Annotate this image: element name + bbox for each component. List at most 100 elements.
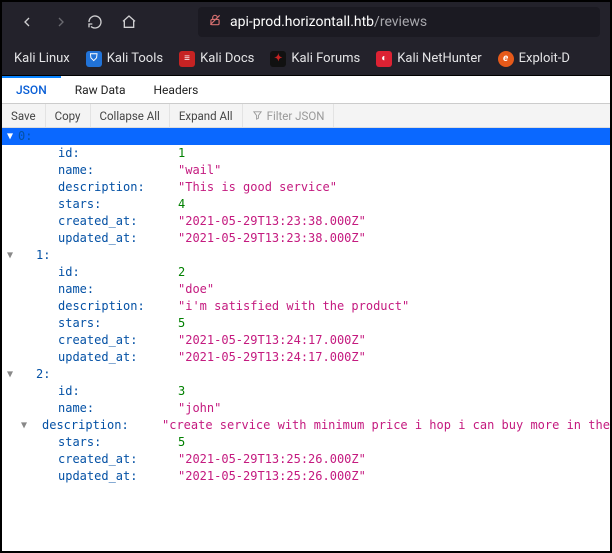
json-key: created_at: [18, 451, 178, 468]
nethunter-icon: ◐ [376, 51, 392, 67]
index-label: 1: [36, 248, 50, 262]
copy-button[interactable]: Copy [46, 104, 91, 127]
collapse-toggle-icon[interactable]: ▼ [16, 417, 32, 434]
save-button[interactable]: Save [2, 104, 46, 127]
array-index-row[interactable]: ▼ 1: [2, 247, 610, 264]
bookmark-kali-docs[interactable]: ≡ Kali Docs [179, 51, 254, 67]
json-row-name[interactable]: name: "wail" [2, 162, 610, 179]
json-tree: ▼ 0: id: 1 name: "wail" description: "Th… [2, 128, 610, 551]
json-row-stars[interactable]: stars: 4 [2, 196, 610, 213]
index-label: 0: [18, 129, 32, 143]
button-label: Save [11, 109, 36, 123]
button-label: Expand All [179, 109, 233, 123]
json-value: "wail" [178, 162, 221, 179]
json-key: name: [18, 400, 178, 417]
forums-icon: ✦ [270, 51, 286, 67]
button-label: Copy [55, 109, 81, 123]
json-row-description[interactable]: ▼ description: "create service with mini… [2, 417, 610, 434]
tab-label: Headers [154, 83, 199, 97]
bookmark-kali-tools[interactable]: ⛉ Kali Tools [86, 51, 163, 67]
json-key: name: [18, 281, 178, 298]
json-value: "2021-05-29T13:24:17.000Z" [178, 332, 366, 349]
json-value: "2021-05-29T13:25:26.000Z" [178, 451, 366, 468]
json-row-created-at[interactable]: created_at: "2021-05-29T13:25:26.000Z" [2, 451, 610, 468]
json-value: "2021-05-29T13:23:38.000Z" [178, 230, 366, 247]
json-value: 3 [178, 383, 185, 400]
json-key: updated_at: [18, 349, 178, 366]
json-row-description[interactable]: description: "i'm satisfied with the pro… [2, 298, 610, 315]
bookmarks-bar: Kali Linux ⛉ Kali Tools ≡ Kali Docs ✦ Ka… [2, 42, 610, 76]
json-key: created_at: [18, 213, 178, 230]
json-row-description[interactable]: description: "This is good service" [2, 179, 610, 196]
json-key: stars: [18, 196, 178, 213]
reload-button[interactable] [80, 7, 110, 37]
json-value: "i'm satisfied with the product" [178, 298, 409, 315]
collapse-toggle-icon[interactable]: ▼ [2, 247, 18, 264]
insecure-lock-icon [208, 13, 222, 31]
browser-navbar: api-prod.horizontall.htb/reviews [2, 2, 610, 42]
json-value: "2021-05-29T13:24:17.000Z" [178, 349, 366, 366]
json-row-created-at[interactable]: created_at: "2021-05-29T13:23:38.000Z" [2, 213, 610, 230]
exploitdb-icon: e [498, 51, 514, 67]
dragon-icon: ⛉ [86, 51, 102, 67]
index-label: 2: [36, 367, 50, 381]
json-key: id: [18, 383, 178, 400]
json-row-name[interactable]: name: "doe" [2, 281, 610, 298]
json-row-id[interactable]: id: 2 [2, 264, 610, 281]
json-key: stars: [18, 434, 178, 451]
array-index-row[interactable]: ▼ 0: [2, 128, 610, 145]
json-row-updated-at[interactable]: updated_at: "2021-05-29T13:24:17.000Z" [2, 349, 610, 366]
bookmark-exploit-db[interactable]: e Exploit-D [498, 51, 570, 67]
bookmark-kali-linux[interactable]: Kali Linux [14, 51, 70, 66]
json-row-updated-at[interactable]: updated_at: "2021-05-29T13:23:38.000Z" [2, 230, 610, 247]
json-row-id[interactable]: id: 3 [2, 383, 610, 400]
json-row-updated-at[interactable]: updated_at: "2021-05-29T13:25:26.000Z" [2, 468, 610, 485]
filter-placeholder: Filter JSON [267, 109, 325, 123]
bookmark-label: Kali Linux [14, 51, 70, 66]
tab-headers[interactable]: Headers [140, 76, 213, 103]
json-value: "john" [178, 400, 221, 417]
bookmark-label: Kali Forums [291, 51, 360, 66]
tab-json[interactable]: JSON [2, 76, 61, 103]
docs-icon: ≡ [179, 51, 195, 67]
json-key: id: [18, 264, 178, 281]
json-key: name: [18, 162, 178, 179]
json-key: stars: [18, 315, 178, 332]
filter-input[interactable]: Filter JSON [243, 104, 335, 127]
array-index-row[interactable]: ▼ 2: [2, 366, 610, 383]
json-row-id[interactable]: id: 1 [2, 145, 610, 162]
json-key: updated_at: [18, 468, 178, 485]
back-button[interactable] [12, 7, 42, 37]
filter-icon [252, 110, 263, 121]
expand-all-button[interactable]: Expand All [170, 104, 243, 127]
bookmark-kali-forums[interactable]: ✦ Kali Forums [270, 51, 360, 67]
json-value: 1 [178, 145, 185, 162]
collapse-all-button[interactable]: Collapse All [91, 104, 170, 127]
json-row-stars[interactable]: stars: 5 [2, 434, 610, 451]
json-row-created-at[interactable]: created_at: "2021-05-29T13:24:17.000Z" [2, 332, 610, 349]
bookmark-kali-nethunter[interactable]: ◐ Kali NetHunter [376, 51, 481, 67]
collapse-toggle-icon[interactable]: ▼ [2, 128, 18, 145]
json-row-stars[interactable]: stars: 5 [2, 315, 610, 332]
home-button[interactable] [114, 7, 144, 37]
url-bar[interactable]: api-prod.horizontall.htb/reviews [198, 7, 600, 37]
bookmark-label: Kali Docs [200, 51, 254, 66]
button-label: Collapse All [100, 109, 160, 123]
json-value: 5 [178, 315, 185, 332]
json-value: "This is good service" [178, 179, 337, 196]
bookmark-label: Exploit-D [519, 51, 570, 66]
tab-label: Raw Data [75, 83, 126, 97]
json-value: "2021-05-29T13:25:26.000Z" [178, 468, 366, 485]
json-value: "2021-05-29T13:23:38.000Z" [178, 213, 366, 230]
json-value: 5 [178, 434, 185, 451]
json-key: description: [18, 298, 178, 315]
collapse-toggle-icon[interactable]: ▼ [2, 366, 18, 383]
json-key: description: [32, 417, 162, 434]
bookmark-label: Kali NetHunter [397, 51, 481, 66]
tab-raw-data[interactable]: Raw Data [61, 76, 140, 103]
bookmark-label: Kali Tools [107, 51, 163, 66]
json-key: updated_at: [18, 230, 178, 247]
json-row-name[interactable]: name: "john" [2, 400, 610, 417]
forward-button[interactable] [46, 7, 76, 37]
json-value: 4 [178, 196, 185, 213]
